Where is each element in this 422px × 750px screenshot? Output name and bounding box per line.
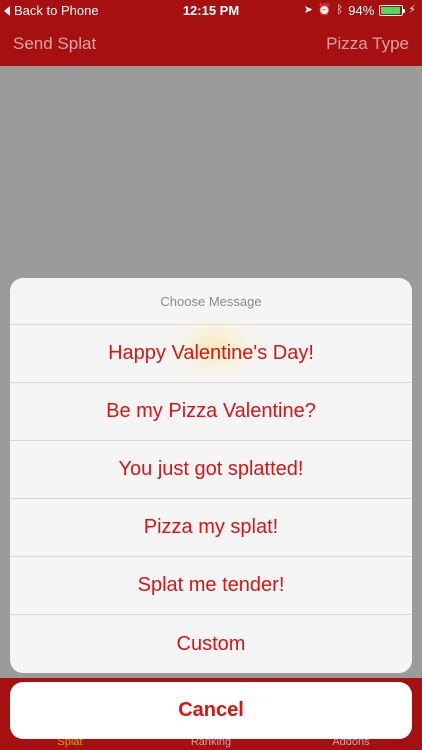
status-bar: Back to Phone 12:15 PM ➤ ⏰ ᛒ 94% ⚡ [0,0,422,22]
bluetooth-icon: ᛒ [336,4,344,16]
cancel-button[interactable]: Cancel [10,682,412,739]
location-arrow-icon: ➤ [303,4,313,16]
option-splat-me-tender[interactable]: Splat me tender! [10,557,412,615]
battery-fill [381,7,401,14]
send-splat-button[interactable]: Send Splat [13,34,96,54]
option-custom[interactable]: Custom [10,615,412,673]
pizza-type-button[interactable]: Pizza Type [326,34,409,54]
battery-icon [379,5,406,16]
option-be-my-pizza-valentine[interactable]: Be my Pizza Valentine? [10,383,412,441]
option-you-just-got-splatted[interactable]: You just got splatted! [10,441,412,499]
nav-bar: Send Splat Pizza Type [0,22,422,66]
charging-icon: ⚡ [408,4,416,16]
option-happy-valentines-day[interactable]: Happy Valentine's Day! [10,325,412,383]
status-indicators: ➤ ⏰ ᛒ 94% ⚡ [304,3,416,18]
action-sheet-title: Choose Message [10,278,412,325]
battery-tip [403,9,406,13]
alarm-icon: ⏰ [317,4,332,16]
action-sheet: Choose Message Happy Valentine's Day! Be… [10,278,412,673]
option-pizza-my-splat[interactable]: Pizza my splat! [10,499,412,557]
battery-percent: 94% [348,3,375,18]
